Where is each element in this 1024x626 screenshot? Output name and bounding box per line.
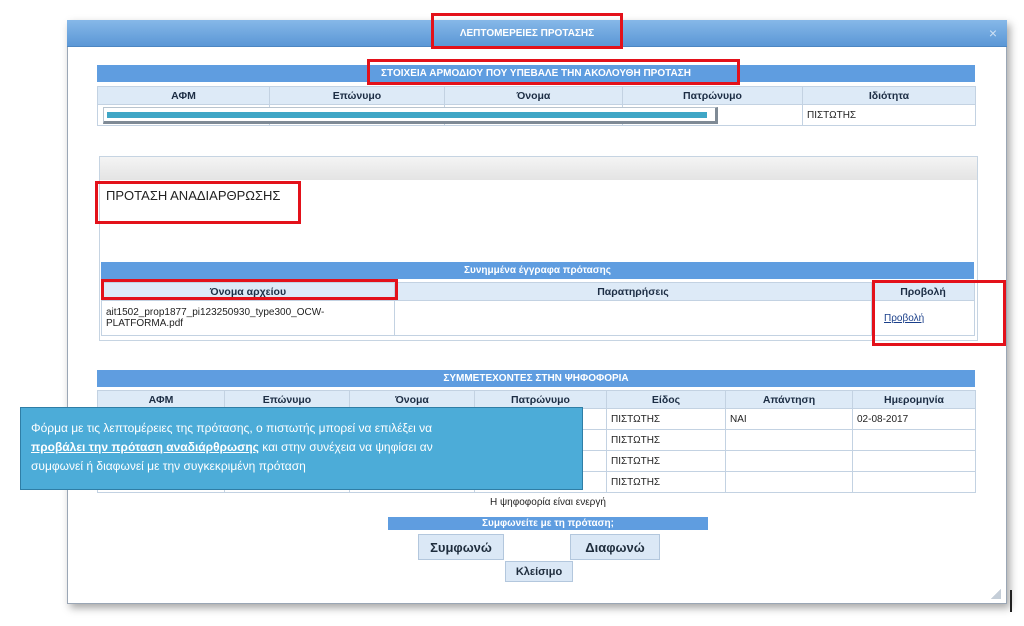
voter-date — [852, 429, 976, 451]
help-tooltip: Φόρμα με τις λεπτομέρειες της πρότασης, … — [20, 407, 583, 490]
attachment-notes — [394, 300, 872, 336]
proposal-panel-header — [100, 157, 977, 180]
resize-grip-icon[interactable] — [991, 589, 1001, 599]
attachment-row: ait1502_prop1877_pi123250930_type300_OCW… — [101, 300, 975, 336]
col-notes: Παρατηρήσεις — [394, 282, 872, 301]
tooltip-line-3: συμφωνεί ή διαφωνεί με την συγκεκριμένη … — [31, 459, 306, 473]
voters-header-row: ΑΦΜ Επώνυμο Όνομα Πατρώνυμο Είδος Απάντη… — [97, 390, 976, 409]
voter-kind: ΠΙΣΤΩΤΗΣ — [606, 450, 726, 472]
col-answer: Απάντηση — [725, 390, 853, 409]
voter-answer — [725, 471, 853, 493]
col-role: Ιδιότητα — [802, 86, 976, 105]
col-name: Όνομα — [349, 390, 475, 409]
tooltip-line-1: Φόρμα με τις λεπτομέρειες της πρότασης, … — [31, 421, 433, 435]
voter-date — [852, 450, 976, 472]
highlight-proposal-title — [95, 181, 301, 224]
redacted-submitter-data — [103, 107, 718, 124]
highlight-view-column — [872, 280, 1006, 346]
highlight-file-name-column — [101, 279, 398, 300]
voter-answer — [725, 450, 853, 472]
col-name: Όνομα — [444, 86, 623, 105]
highlight-dialog-title — [431, 13, 623, 49]
close-icon[interactable]: × — [985, 26, 1001, 40]
col-surname: Επώνυμο — [269, 86, 445, 105]
agree-button[interactable]: Συμφωνώ — [418, 534, 504, 560]
voting-question: Συμφωνείτε με τη πρόταση; — [388, 517, 708, 530]
attachment-file-name: ait1502_prop1877_pi123250930_type300_OCW… — [101, 300, 395, 336]
col-surname: Επώνυμο — [224, 390, 350, 409]
voter-answer: ΝΑΙ — [725, 408, 853, 430]
close-button[interactable]: Κλείσιμο — [505, 561, 573, 582]
voting-status: Η ψηφοφορία είναι ενεργή — [490, 497, 606, 508]
col-fathers-name: Πατρώνυμο — [622, 86, 803, 105]
voter-date: 02-08-2017 — [852, 408, 976, 430]
voter-kind: ΠΙΣΤΩΤΗΣ — [606, 408, 726, 430]
voters-section-title: ΣΥΜΜΕΤΕΧΟΝΤΕΣ ΣΤΗΝ ΨΗΦΟΦΟΡΙΑ — [97, 370, 975, 387]
col-kind: Είδος — [606, 390, 726, 409]
submitter-header-row: ΑΦΜ Επώνυμο Όνομα Πατρώνυμο Ιδιότητα — [97, 86, 976, 105]
tooltip-bold-link: προβάλει την πρόταση αναδιάρθρωσης — [31, 440, 259, 454]
tooltip-line-2: προβάλει την πρόταση αναδιάρθρωσης και σ… — [31, 440, 433, 454]
voter-date — [852, 471, 976, 493]
voter-kind: ΠΙΣΤΩΤΗΣ — [606, 429, 726, 451]
disagree-button[interactable]: Διαφωνώ — [570, 534, 660, 560]
highlight-submitter-title — [367, 59, 740, 85]
col-afm: ΑΦΜ — [97, 86, 270, 105]
col-afm: ΑΦΜ — [97, 390, 225, 409]
col-date: Ημερομηνία — [852, 390, 976, 409]
voter-answer — [725, 429, 853, 451]
submitter-role: ΠΙΣΤΩΤΗΣ — [802, 104, 976, 126]
voter-kind: ΠΙΣΤΩΤΗΣ — [606, 471, 726, 493]
text-cursor — [1010, 590, 1012, 612]
col-fathers-name: Πατρώνυμο — [474, 390, 607, 409]
attachments-section-title: Συνημμένα έγγραφα πρότασης — [101, 262, 974, 279]
